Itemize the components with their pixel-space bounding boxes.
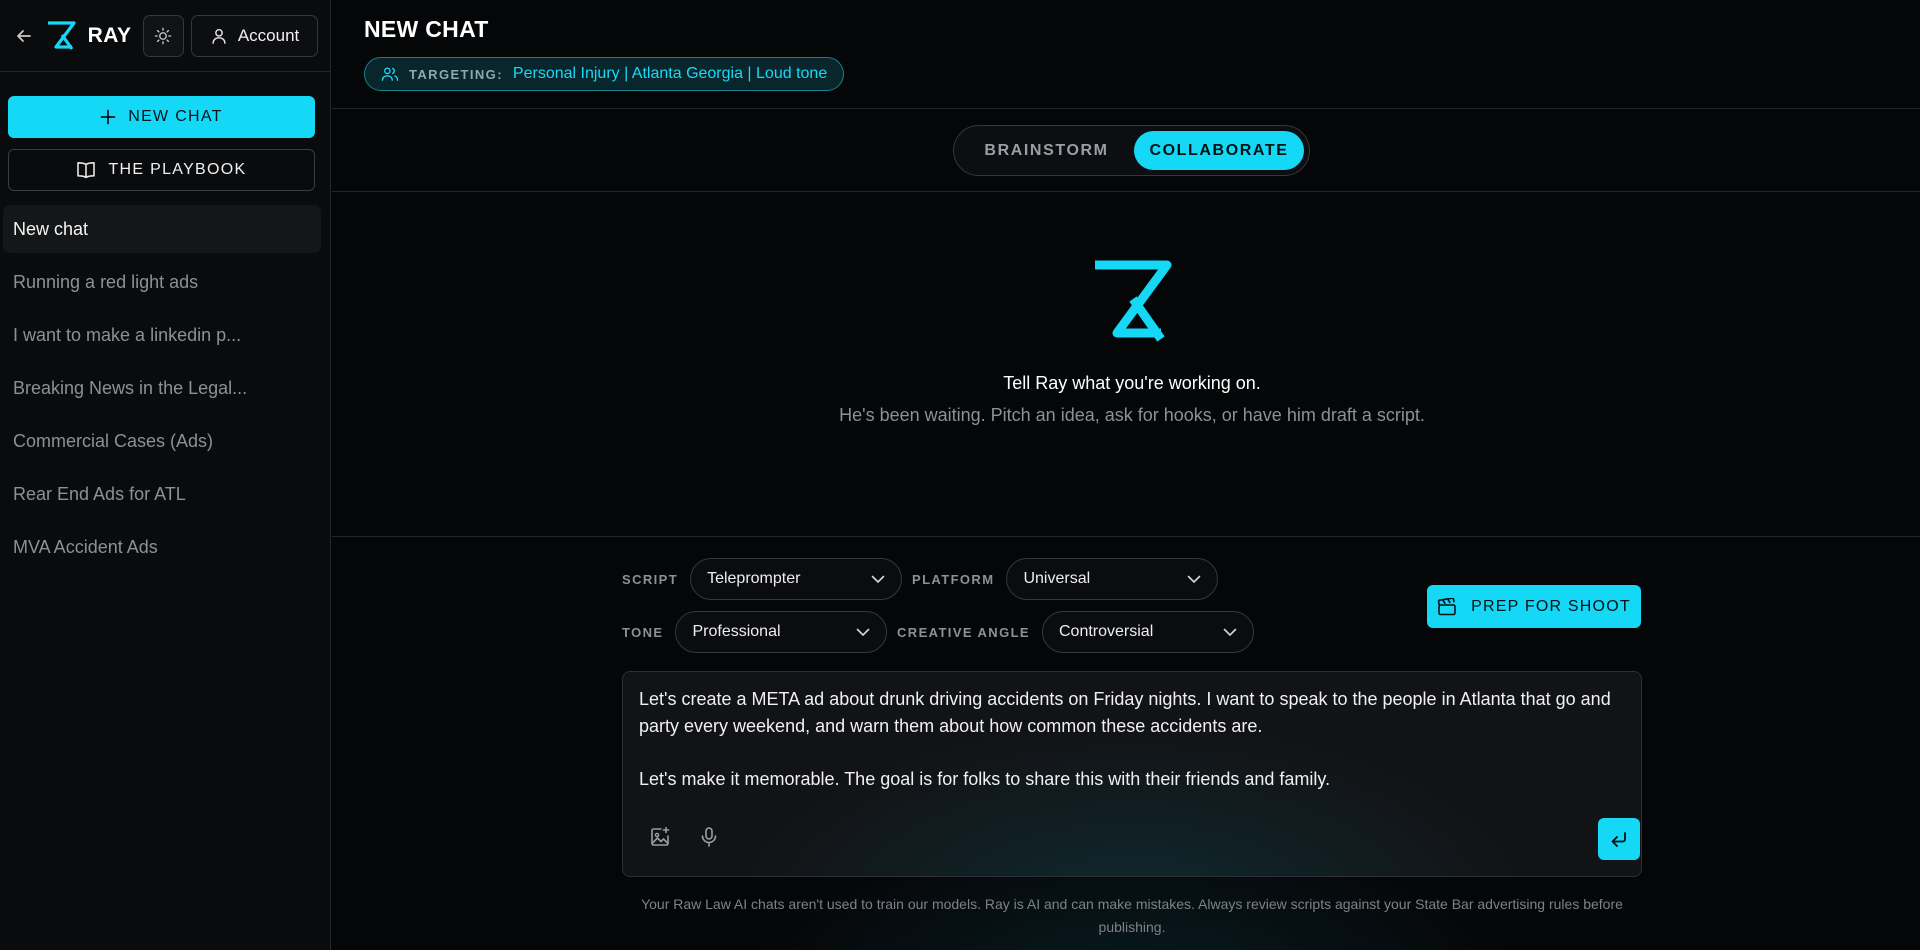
chat-history-item[interactable]: New chat xyxy=(3,205,321,253)
sun-icon xyxy=(154,27,172,44)
chat-history-item[interactable]: Commercial Cases (Ads) xyxy=(3,417,321,465)
creative-angle-label: CREATIVE ANGLE xyxy=(897,624,1030,640)
targeting-badge[interactable]: TARGETING: Personal Injury | Atlanta Geo… xyxy=(364,57,845,91)
enter-arrow-icon xyxy=(1611,832,1626,847)
plus-icon xyxy=(100,109,116,125)
platform-option-row: PLATFORM Universal xyxy=(912,558,1219,600)
main-panel: NEW CHAT TARGETING: Personal Injury | At… xyxy=(332,0,1920,950)
mode-collaborate-tab[interactable]: COLLABORATE xyxy=(1134,131,1304,170)
disclaimer-text: Your Raw Law AI chats aren't used to tra… xyxy=(641,896,1623,935)
empty-state-title: Tell Ray what you're working on. xyxy=(1003,373,1261,393)
mode-bar: BRAINSTORM COLLABORATE xyxy=(332,109,1920,192)
book-icon xyxy=(77,162,96,179)
empty-state: Tell Ray what you're working on. He's be… xyxy=(332,193,1920,537)
chat-history-list: New chat Running a red light ads I want … xyxy=(3,205,321,576)
message-text: Let's create a META ad about drunk drivi… xyxy=(639,689,1611,789)
send-button[interactable] xyxy=(1598,818,1640,860)
tone-label: TONE xyxy=(622,624,664,640)
empty-state-subtitle: He's been waiting. Pitch an idea, ask fo… xyxy=(839,405,1425,425)
clapperboard-icon xyxy=(1437,597,1456,615)
chat-history-item[interactable]: Running a red light ads xyxy=(3,258,321,306)
ray-hero-logo-icon xyxy=(1095,260,1172,342)
chevron-down-icon xyxy=(1188,575,1201,583)
creative-angle-select[interactable]: Controversial xyxy=(1042,611,1254,653)
mode-toggle: BRAINSTORM COLLABORATE xyxy=(953,125,1310,176)
script-select[interactable]: Teleprompter xyxy=(690,558,903,600)
playbook-label: THE PLAYBOOK xyxy=(108,161,247,178)
script-label: SCRIPT xyxy=(622,571,679,587)
tone-value: Professional xyxy=(692,623,781,640)
playbook-button[interactable]: THE PLAYBOOK xyxy=(8,149,315,191)
prep-for-shoot-label: PREP FOR SHOOT xyxy=(1471,597,1631,615)
platform-select[interactable]: Universal xyxy=(1006,558,1219,600)
script-value: Teleprompter xyxy=(707,570,801,587)
targeting-label: TARGETING: xyxy=(409,66,503,82)
chat-history-item[interactable]: I want to make a linkedin p... xyxy=(3,311,321,359)
platform-value: Universal xyxy=(1023,570,1091,587)
app-name: RAY xyxy=(87,23,132,47)
account-label: Account xyxy=(237,25,300,45)
account-button[interactable]: Account xyxy=(190,14,318,57)
new-chat-label: NEW CHAT xyxy=(128,108,223,125)
sidebar-top: RAY Account xyxy=(0,0,330,72)
creative-angle-option-row: CREATIVE ANGLE Controversial xyxy=(897,611,1254,653)
mode-brainstorm-tab[interactable]: BRAINSTORM xyxy=(959,131,1134,170)
tone-select[interactable]: Professional xyxy=(675,611,888,653)
sidebar: RAY Account NEW CHAT THE PLAYBOOK New ch… xyxy=(0,0,331,950)
back-arrow-icon[interactable] xyxy=(12,24,36,48)
chevron-down-icon xyxy=(1223,628,1237,636)
page-title: NEW CHAT xyxy=(364,16,489,42)
chat-history-item[interactable]: Breaking News in the Legal... xyxy=(3,364,321,412)
creative-angle-value: Controversial xyxy=(1059,623,1154,640)
ray-logo-icon xyxy=(47,20,76,50)
new-chat-button[interactable]: NEW CHAT xyxy=(8,96,315,138)
user-icon xyxy=(212,28,226,44)
script-option-row: SCRIPT Teleprompter xyxy=(622,558,903,600)
targeting-value: Personal Injury | Atlanta Georgia | Loud… xyxy=(512,65,828,82)
microphone-icon[interactable] xyxy=(694,822,724,852)
chat-history-item[interactable]: MVA Accident Ads xyxy=(3,523,321,571)
platform-label: PLATFORM xyxy=(912,571,995,587)
chat-header: NEW CHAT TARGETING: Personal Injury | At… xyxy=(332,0,1920,109)
chat-history-item[interactable]: Rear End Ads for ATL xyxy=(3,470,321,518)
tone-option-row: TONE Professional xyxy=(622,611,888,653)
message-textarea[interactable]: Let's create a META ad about drunk drivi… xyxy=(622,671,1642,877)
users-icon xyxy=(381,67,399,81)
app-logo[interactable]: RAY xyxy=(46,20,132,51)
chevron-down-icon xyxy=(857,628,870,636)
prep-for-shoot-button[interactable]: PREP FOR SHOOT xyxy=(1427,585,1641,628)
theme-toggle-button[interactable] xyxy=(142,14,184,57)
chevron-down-icon xyxy=(871,575,885,583)
image-upload-icon[interactable] xyxy=(645,822,675,852)
